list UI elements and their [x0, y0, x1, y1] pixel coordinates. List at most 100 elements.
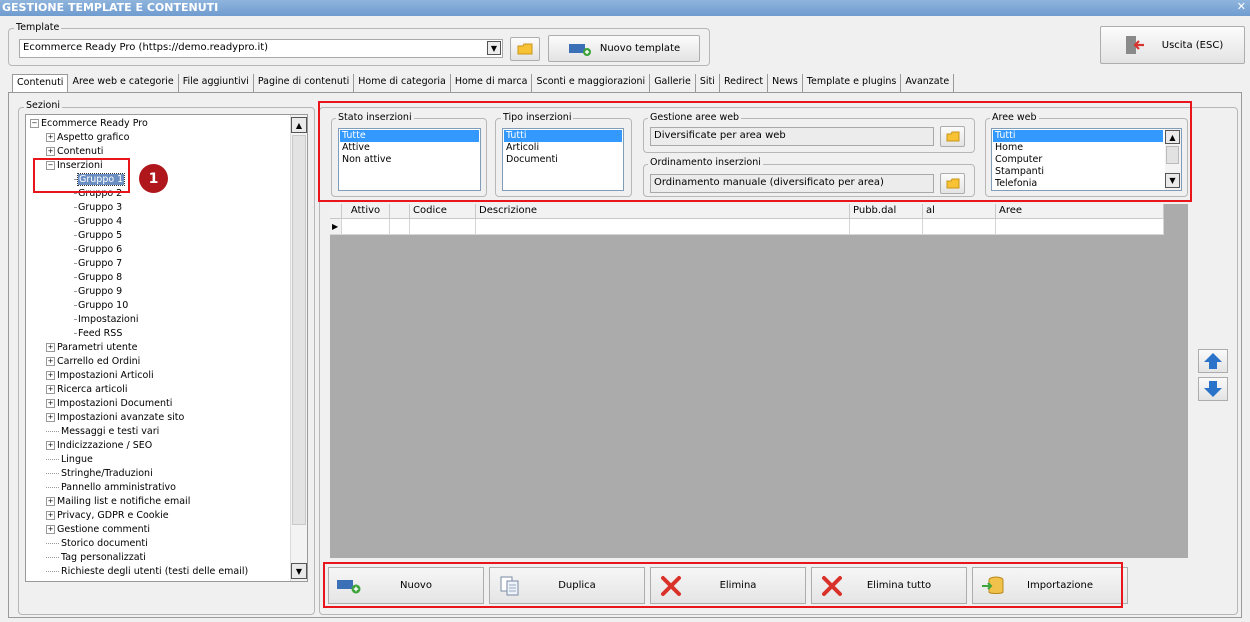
- move-down-button[interactable]: [1198, 377, 1228, 401]
- tab-aree-web-e-categorie[interactable]: Aree web e categorie: [68, 74, 179, 92]
- tree-item[interactable]: Gruppo 5: [74, 229, 122, 243]
- tree-item[interactable]: Gruppo 8: [74, 271, 122, 285]
- tree-item-label: Gruppo 8: [78, 272, 123, 283]
- expand-icon[interactable]: +: [46, 147, 55, 156]
- column-header[interactable]: Codice: [410, 204, 476, 219]
- tree-item[interactable]: Feed RSS: [74, 327, 122, 341]
- tree-connector: [74, 291, 76, 292]
- tree-root[interactable]: − Ecommerce Ready Pro: [30, 117, 148, 131]
- tree-item[interactable]: Stringhe/Traduzioni: [46, 467, 153, 481]
- grid-cell[interactable]: [996, 219, 1164, 235]
- tree-item[interactable]: + Ricerca articoli: [46, 383, 127, 397]
- expand-icon[interactable]: +: [46, 399, 55, 408]
- expand-icon[interactable]: +: [46, 413, 55, 422]
- grid-cell[interactable]: [410, 219, 476, 235]
- tree-item[interactable]: + Carrello ed Ordini: [46, 355, 140, 369]
- expand-icon[interactable]: +: [46, 357, 55, 366]
- tab-news[interactable]: News: [768, 74, 803, 92]
- tree-connector: [74, 221, 76, 222]
- grid-cell[interactable]: [850, 219, 923, 235]
- grid-cell[interactable]: [923, 219, 996, 235]
- tree-item-label: Gestione commenti: [57, 524, 150, 535]
- scroll-up-icon[interactable]: ▲: [291, 117, 307, 133]
- tree-item-label: Gruppo 4: [78, 216, 123, 227]
- tab-home-di-categoria[interactable]: Home di categoria: [354, 74, 451, 92]
- tree-connector: [46, 543, 59, 544]
- tab-home-di-marca[interactable]: Home di marca: [451, 74, 533, 92]
- tree-item[interactable]: + Impostazioni avanzate sito: [46, 411, 184, 425]
- tab-file-aggiuntivi[interactable]: File aggiuntivi: [179, 74, 254, 92]
- expand-icon[interactable]: +: [46, 497, 55, 506]
- tab-gallerie[interactable]: Gallerie: [650, 74, 696, 92]
- tree-item[interactable]: + Contenuti: [46, 145, 103, 159]
- tab-bar: Contenuti Aree web e categorie File aggiun…: [12, 74, 955, 93]
- arrow-up-icon: [1204, 353, 1222, 369]
- tree-item[interactable]: + Privacy, GDPR e Cookie: [46, 509, 169, 523]
- open-folder-button[interactable]: [510, 37, 540, 61]
- tab-template-e-plugins[interactable]: Template e plugins: [803, 74, 902, 92]
- expand-icon[interactable]: +: [46, 385, 55, 394]
- tree-connector: [74, 277, 76, 278]
- exit-button[interactable]: Uscita (ESC): [1100, 26, 1245, 64]
- tree-item-label: Storico documenti: [61, 538, 148, 549]
- tree-item[interactable]: Gruppo 10: [74, 299, 128, 313]
- expand-icon[interactable]: +: [46, 525, 55, 534]
- tree-item[interactable]: Impostazioni: [74, 313, 139, 327]
- tree-item[interactable]: + Gestione commenti: [46, 523, 150, 537]
- inserzioni-grid[interactable]: ▶ Attivo Codice Descrizione Pubb.dal al Aree: [330, 204, 1188, 558]
- chevron-down-icon[interactable]: ▼: [487, 41, 501, 55]
- tree-item-label: Stringhe/Traduzioni: [61, 468, 153, 479]
- tree-connector: [74, 249, 76, 250]
- column-header[interactable]: [390, 204, 410, 219]
- expand-icon[interactable]: +: [46, 441, 55, 450]
- tab-contenuti[interactable]: Contenuti: [12, 74, 69, 93]
- tree-item[interactable]: Gruppo 6: [74, 243, 122, 257]
- tree-item[interactable]: Gruppo 9: [74, 285, 122, 299]
- tree-item[interactable]: + Impostazioni Documenti: [46, 397, 172, 411]
- tab-avanzate[interactable]: Avanzate: [901, 74, 955, 92]
- template-select[interactable]: Ecommerce Ready Pro (https://demo.readyp…: [19, 39, 503, 58]
- tree-item[interactable]: + Impostazioni Articoli: [46, 369, 154, 383]
- expand-icon[interactable]: +: [46, 343, 55, 352]
- scroll-down-icon[interactable]: ▼: [291, 563, 307, 579]
- tree-item[interactable]: Gruppo 7: [74, 257, 122, 271]
- expand-icon[interactable]: +: [46, 371, 55, 380]
- column-header[interactable]: Attivo: [342, 204, 390, 219]
- tree-item[interactable]: Gruppo 4: [74, 215, 122, 229]
- expand-icon[interactable]: +: [46, 133, 55, 142]
- grid-cell[interactable]: [342, 219, 390, 235]
- new-template-button[interactable]: Nuovo template: [548, 35, 700, 62]
- close-icon[interactable]: ✕: [1237, 0, 1246, 13]
- tree-item[interactable]: Lingue: [46, 453, 93, 467]
- tree-item[interactable]: + Mailing list e notifiche email: [46, 495, 190, 509]
- tree-item[interactable]: Richieste degli utenti (testi delle emai…: [46, 565, 248, 579]
- tree-item[interactable]: + Parametri utente: [46, 341, 137, 355]
- grid-cell[interactable]: [390, 219, 410, 235]
- tab-pagine-di-contenuti[interactable]: Pagine di contenuti: [254, 74, 355, 92]
- column-header[interactable]: al: [923, 204, 996, 219]
- move-up-button[interactable]: [1198, 349, 1228, 373]
- expand-icon[interactable]: +: [46, 511, 55, 520]
- column-header[interactable]: Pubb.dal: [850, 204, 923, 219]
- tree-item[interactable]: Gruppo 3: [74, 201, 122, 215]
- tree-item[interactable]: Messaggi e testi vari: [46, 425, 159, 439]
- tree-item-label: Mailing list e notifiche email: [57, 496, 191, 507]
- row-selector-icon[interactable]: ▶: [330, 219, 342, 235]
- tree-item[interactable]: Pannello amministrativo: [46, 481, 176, 495]
- tree-item-label: Gruppo 3: [78, 202, 123, 213]
- tab-sconti-e-maggiorazioni[interactable]: Sconti e maggiorazioni: [532, 74, 651, 92]
- tree-connector: [46, 487, 59, 488]
- tab-redirect[interactable]: Redirect: [720, 74, 769, 92]
- tree-item[interactable]: Storico documenti: [46, 537, 148, 551]
- tree-item-label: Lingue: [61, 454, 93, 465]
- grid-cell[interactable]: [476, 219, 850, 235]
- tree-scrollbar[interactable]: ▲ ▼: [290, 115, 307, 581]
- scroll-thumb[interactable]: [292, 135, 306, 525]
- column-header[interactable]: Descrizione: [476, 204, 850, 219]
- collapse-icon[interactable]: −: [30, 119, 39, 128]
- column-header[interactable]: Aree: [996, 204, 1164, 219]
- tree-item[interactable]: + Aspetto grafico: [46, 131, 129, 145]
- tab-siti[interactable]: Siti: [696, 74, 720, 92]
- tree-item[interactable]: + Indicizzazione / SEO: [46, 439, 152, 453]
- tree-item[interactable]: Tag personalizzati: [46, 551, 146, 565]
